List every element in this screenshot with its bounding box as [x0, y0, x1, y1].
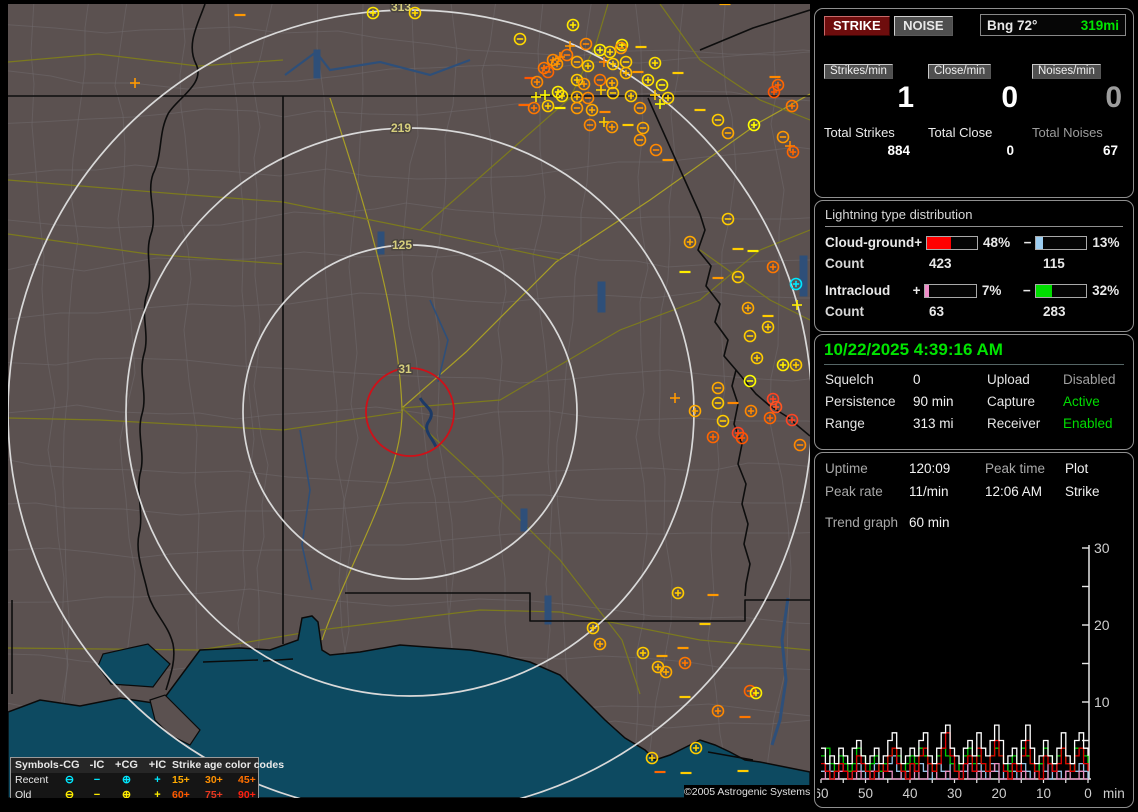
noise-button[interactable]: NOISE: [894, 16, 952, 36]
close-rate: 0: [928, 81, 1022, 115]
noises-per-min-chip: Noises/min: [1032, 64, 1101, 79]
svg-text:40: 40: [902, 786, 917, 801]
svg-text:313: 313: [391, 4, 411, 14]
old-neg-ic-icon: −: [84, 788, 110, 798]
strike-button[interactable]: STRIKE: [824, 16, 890, 36]
ic-minus-bar: [1035, 284, 1088, 298]
old-pos-ic-icon: +: [143, 788, 172, 798]
svg-text:min: min: [1103, 786, 1125, 801]
strikes-rate: 1: [824, 81, 918, 115]
svg-text:20: 20: [1094, 617, 1110, 633]
total-strikes-value: 884: [824, 143, 918, 158]
bearing-display: Bng 72° 319mi: [980, 14, 1126, 36]
legend-row-recent: Recent ⊖ − ⊕ + 15+ 30+ 45+: [11, 773, 258, 788]
datetime-display: 10/22/2025 4:39:16 AM: [824, 340, 1124, 365]
cloud-ground-count-row: Count 423 115: [825, 256, 1133, 271]
old-neg-cg-icon: ⊖: [55, 788, 84, 798]
trend-label-row: Trend graph 60 min: [825, 515, 1133, 530]
lakes-rivers: [285, 50, 807, 745]
total-noises-label: Total Noises: [1032, 125, 1126, 140]
legend-symbols-label: Symbols: [11, 758, 55, 773]
svg-text:31: 31: [398, 362, 412, 376]
svg-text:10: 10: [1094, 694, 1110, 710]
roads: [8, 4, 810, 694]
legend-header: Symbols -CG -IC +CG +IC Strike age color…: [11, 758, 258, 773]
svg-text:125: 125: [392, 238, 412, 252]
close-per-min-chip: Close/min: [928, 64, 991, 79]
recent-neg-cg-icon: ⊖: [55, 773, 84, 788]
noises-rate: 0: [1032, 81, 1126, 115]
noises-column: Noises/min 0 Total Noises 67: [1032, 61, 1126, 158]
bearing-label: Bng 72°: [987, 18, 1037, 33]
svg-text:0: 0: [1084, 786, 1092, 801]
cloud-ground-row: Cloud-ground + 48% − 13%: [825, 235, 1133, 250]
ic-minus-count: 283: [1043, 304, 1066, 319]
status-row: Squelch 0 Upload Disabled: [825, 372, 1133, 387]
copyright-text: ©2005 Astrogenic Systems: [684, 785, 810, 798]
svg-text:20: 20: [991, 786, 1006, 801]
status-row: Persistence 90 min Capture Active: [825, 394, 1133, 409]
recent-pos-ic-icon: +: [143, 773, 172, 788]
legend-col-pic: +IC: [143, 758, 172, 773]
legend-col-nic: -IC: [84, 758, 110, 773]
map-canvas: 313 219 125 31: [8, 4, 810, 798]
distribution-title: Lightning type distribution: [825, 207, 1123, 227]
state-borders: [8, 4, 810, 694]
legend-col-ncg: -CG: [55, 758, 84, 773]
legend-age-title: Strike age color codes: [172, 758, 271, 773]
svg-text:30: 30: [947, 786, 962, 801]
receiver-status: Enabled: [1063, 416, 1133, 431]
total-strikes-label: Total Strikes: [824, 125, 918, 140]
recent-pos-cg-icon: ⊕: [110, 773, 143, 788]
recent-neg-ic-icon: −: [84, 773, 110, 788]
strikes-per-min-chip: Strikes/min: [824, 64, 893, 79]
legend-col-pcg: +CG: [110, 758, 143, 773]
upload-status: Disabled: [1063, 372, 1133, 387]
svg-text:50: 50: [858, 786, 873, 801]
trend-box: Uptime 120:09 Peak time Plot Peak rate 1…: [814, 452, 1134, 808]
ic-plus-count: 63: [929, 304, 1043, 319]
bearing-range: 319mi: [1081, 18, 1119, 33]
cg-minus-bar: [1035, 236, 1087, 250]
old-pos-cg-icon: ⊕: [110, 788, 143, 798]
ring-labels: 313 219 125 31: [391, 4, 412, 376]
status-box: 10/22/2025 4:39:16 AM Squelch 0 Upload D…: [814, 334, 1134, 450]
distribution-box: Lightning type distribution Cloud-ground…: [814, 200, 1134, 332]
intracloud-count-row: Count 63 283: [825, 304, 1133, 319]
strike-map[interactable]: 313 219 125 31 Symbols -CG -IC +CG +IC Stri…: [8, 4, 810, 798]
stats-row: Uptime 120:09 Peak time Plot: [825, 461, 1133, 476]
lightning-detector-app: 313 219 125 31 Symbols -CG -IC +CG +IC Stri…: [0, 0, 1138, 812]
ic-plus-bar: [924, 284, 977, 298]
svg-text:30: 30: [1094, 540, 1110, 556]
close-column: Close/min 0 Total Close 0: [928, 61, 1022, 158]
intracloud-row: Intracloud + 7% − 32%: [825, 283, 1133, 298]
total-noises-value: 67: [1032, 143, 1126, 158]
total-close-label: Total Close: [928, 125, 1022, 140]
total-close-value: 0: [928, 143, 1022, 158]
svg-text:219: 219: [391, 121, 411, 135]
svg-text:10: 10: [1036, 786, 1051, 801]
cg-minus-count: 115: [1043, 256, 1065, 271]
control-panel: STRIKE NOISE Bng 72° 319mi Strikes/min 1…: [812, 0, 1138, 812]
stats-row: Peak rate 11/min 12:06 AM Strike: [825, 484, 1133, 499]
cg-plus-bar: [926, 236, 978, 250]
trend-graph: 10 20 30 60 50 40 30 20 10 0 min: [817, 537, 1129, 803]
svg-text:60: 60: [817, 786, 829, 801]
status-row: Range 313 mi Receiver Enabled: [825, 416, 1133, 431]
cg-plus-count: 423: [929, 256, 1043, 271]
strikes-column: Strikes/min 1 Total Strikes 884: [824, 61, 918, 158]
symbols-legend: Symbols -CG -IC +CG +IC Strike age color…: [10, 757, 259, 798]
counters-box: STRIKE NOISE Bng 72° 319mi Strikes/min 1…: [814, 8, 1134, 198]
capture-status: Active: [1063, 394, 1133, 409]
legend-row-old: Old ⊖ − ⊕ + 60+ 75+ 90+: [11, 788, 258, 798]
